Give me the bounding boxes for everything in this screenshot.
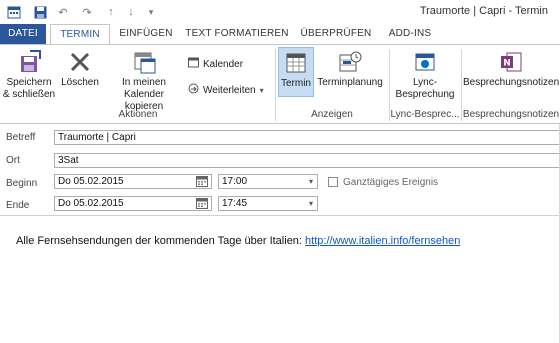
ribbon-tabs: DATEI TERMIN EINFÜGEN TEXT FORMATIEREN Ü… [0, 24, 560, 44]
forward-button[interactable]: Weiterleiten ▾ [188, 83, 264, 97]
calendar-label: Kalender [203, 58, 244, 70]
chevron-down-icon[interactable]: ▾ [309, 175, 313, 188]
save-close-label-1: Speichern [6, 77, 52, 88]
appointment-label: Termin [280, 78, 311, 89]
body-text: Alle Fernsehsendungen der kommenden Tage… [16, 235, 306, 247]
lync-meeting-button[interactable]: Lync- Besprechung [392, 49, 458, 101]
tab-text-formatieren[interactable]: TEXT FORMATIEREN [184, 24, 290, 44]
body-editor[interactable]: Alle Fernsehsendungen der kommenden Tage… [16, 235, 460, 247]
delete-x-icon [67, 49, 93, 75]
calendar-button[interactable]: Kalender [188, 57, 243, 71]
appointment-view-button[interactable]: Termin [278, 47, 314, 97]
save-close-label-2: & schließen [2, 89, 56, 100]
start-date-field[interactable]: Do 05.02.2015 [54, 174, 212, 189]
undo-icon[interactable]: ↶ [56, 4, 70, 20]
redo-icon[interactable]: ↷ [80, 4, 94, 20]
tab-datei[interactable]: DATEI [0, 24, 46, 44]
meeting-notes-button[interactable]: N Besprechungsnotizen [463, 49, 559, 89]
window-title: Traumorte | Capri - Termin [419, 5, 548, 17]
copy-to-calendar-button[interactable]: In meinen Kalender kopieren [104, 49, 184, 113]
lync-label-1: Lync- [412, 77, 438, 88]
end-label: Ende [6, 200, 30, 211]
forward-dropdown-icon[interactable]: ▾ [260, 86, 264, 95]
appointment-icon [283, 50, 309, 76]
group-actions-label: Aktionen [118, 109, 158, 120]
date-picker-icon[interactable] [196, 176, 208, 187]
end-date-value: Do 05.02.2015 [58, 198, 124, 209]
start-time-value: 17:00 [222, 176, 248, 187]
appointment-form: Betreff Traumorte | Capri Ort 3Sat Begin… [0, 124, 560, 343]
lync-label-2: Besprechung [395, 89, 455, 100]
save-icon[interactable] [32, 4, 48, 20]
scheduling-button[interactable]: Terminplanung [314, 49, 386, 89]
up-icon[interactable]: ↑ [104, 4, 118, 20]
calendar-app-icon[interactable] [6, 4, 22, 20]
copy-calendar-icon [131, 49, 157, 75]
tab-termin[interactable]: TERMIN [50, 24, 110, 44]
location-field[interactable]: 3Sat [54, 153, 560, 168]
location-label: Ort [6, 155, 20, 166]
save-close-icon [16, 49, 42, 75]
title-bar: ↶ ↷ ↑ ↓ ▾ Traumorte | Capri - Termin [0, 0, 560, 24]
start-time-field[interactable]: 17:00 ▾ [218, 174, 318, 189]
start-date-value: Do 05.02.2015 [58, 176, 124, 187]
save-close-button[interactable]: Speichern & schließen [2, 49, 56, 101]
end-date-field[interactable]: Do 05.02.2015 [54, 196, 212, 211]
all-day-checkbox[interactable] [328, 177, 338, 187]
subject-field[interactable]: Traumorte | Capri [54, 130, 560, 145]
group-lync-label: Lync-Besprec... [390, 109, 460, 120]
body-link[interactable]: http://www.italien.info/fernsehen [305, 235, 460, 247]
ribbon: Speichern & schließen Löschen In meinen … [0, 44, 560, 124]
tab-ueberpruefen[interactable]: ÜBERPRÜFEN [296, 24, 376, 44]
subject-label: Betreff [6, 132, 36, 143]
lync-icon [412, 49, 438, 75]
scheduling-label: Terminplanung [317, 77, 383, 88]
calendar-small-icon [188, 57, 199, 71]
group-show-label: Anzeigen [311, 109, 353, 120]
tab-einfuegen[interactable]: EINFÜGEN [114, 24, 178, 44]
down-icon[interactable]: ↓ [124, 4, 138, 20]
svg-text:N: N [503, 59, 511, 69]
onenote-icon: N [498, 49, 524, 75]
group-notes-label: Besprechungsnotizen [462, 109, 560, 120]
forward-label: Weiterleiten [203, 84, 256, 96]
start-label: Beginn [6, 178, 38, 189]
customize-qat-icon[interactable]: ▾ [144, 4, 158, 20]
end-time-field[interactable]: 17:45 ▾ [218, 196, 318, 211]
tab-add-ins[interactable]: ADD-INS [382, 24, 438, 44]
scheduling-icon [337, 49, 363, 75]
all-day-label: Ganztägiges Ereignis [343, 177, 439, 188]
end-time-value: 17:45 [222, 198, 248, 209]
body-divider [0, 215, 560, 216]
date-picker-icon[interactable] [196, 198, 208, 209]
chevron-down-icon[interactable]: ▾ [309, 197, 313, 210]
copy-label-1: In meinen [122, 77, 166, 88]
delete-button[interactable]: Löschen [58, 49, 102, 89]
forward-icon [188, 83, 199, 97]
delete-label: Löschen [61, 77, 99, 88]
meeting-notes-label: Besprechungsnotizen [463, 77, 560, 88]
